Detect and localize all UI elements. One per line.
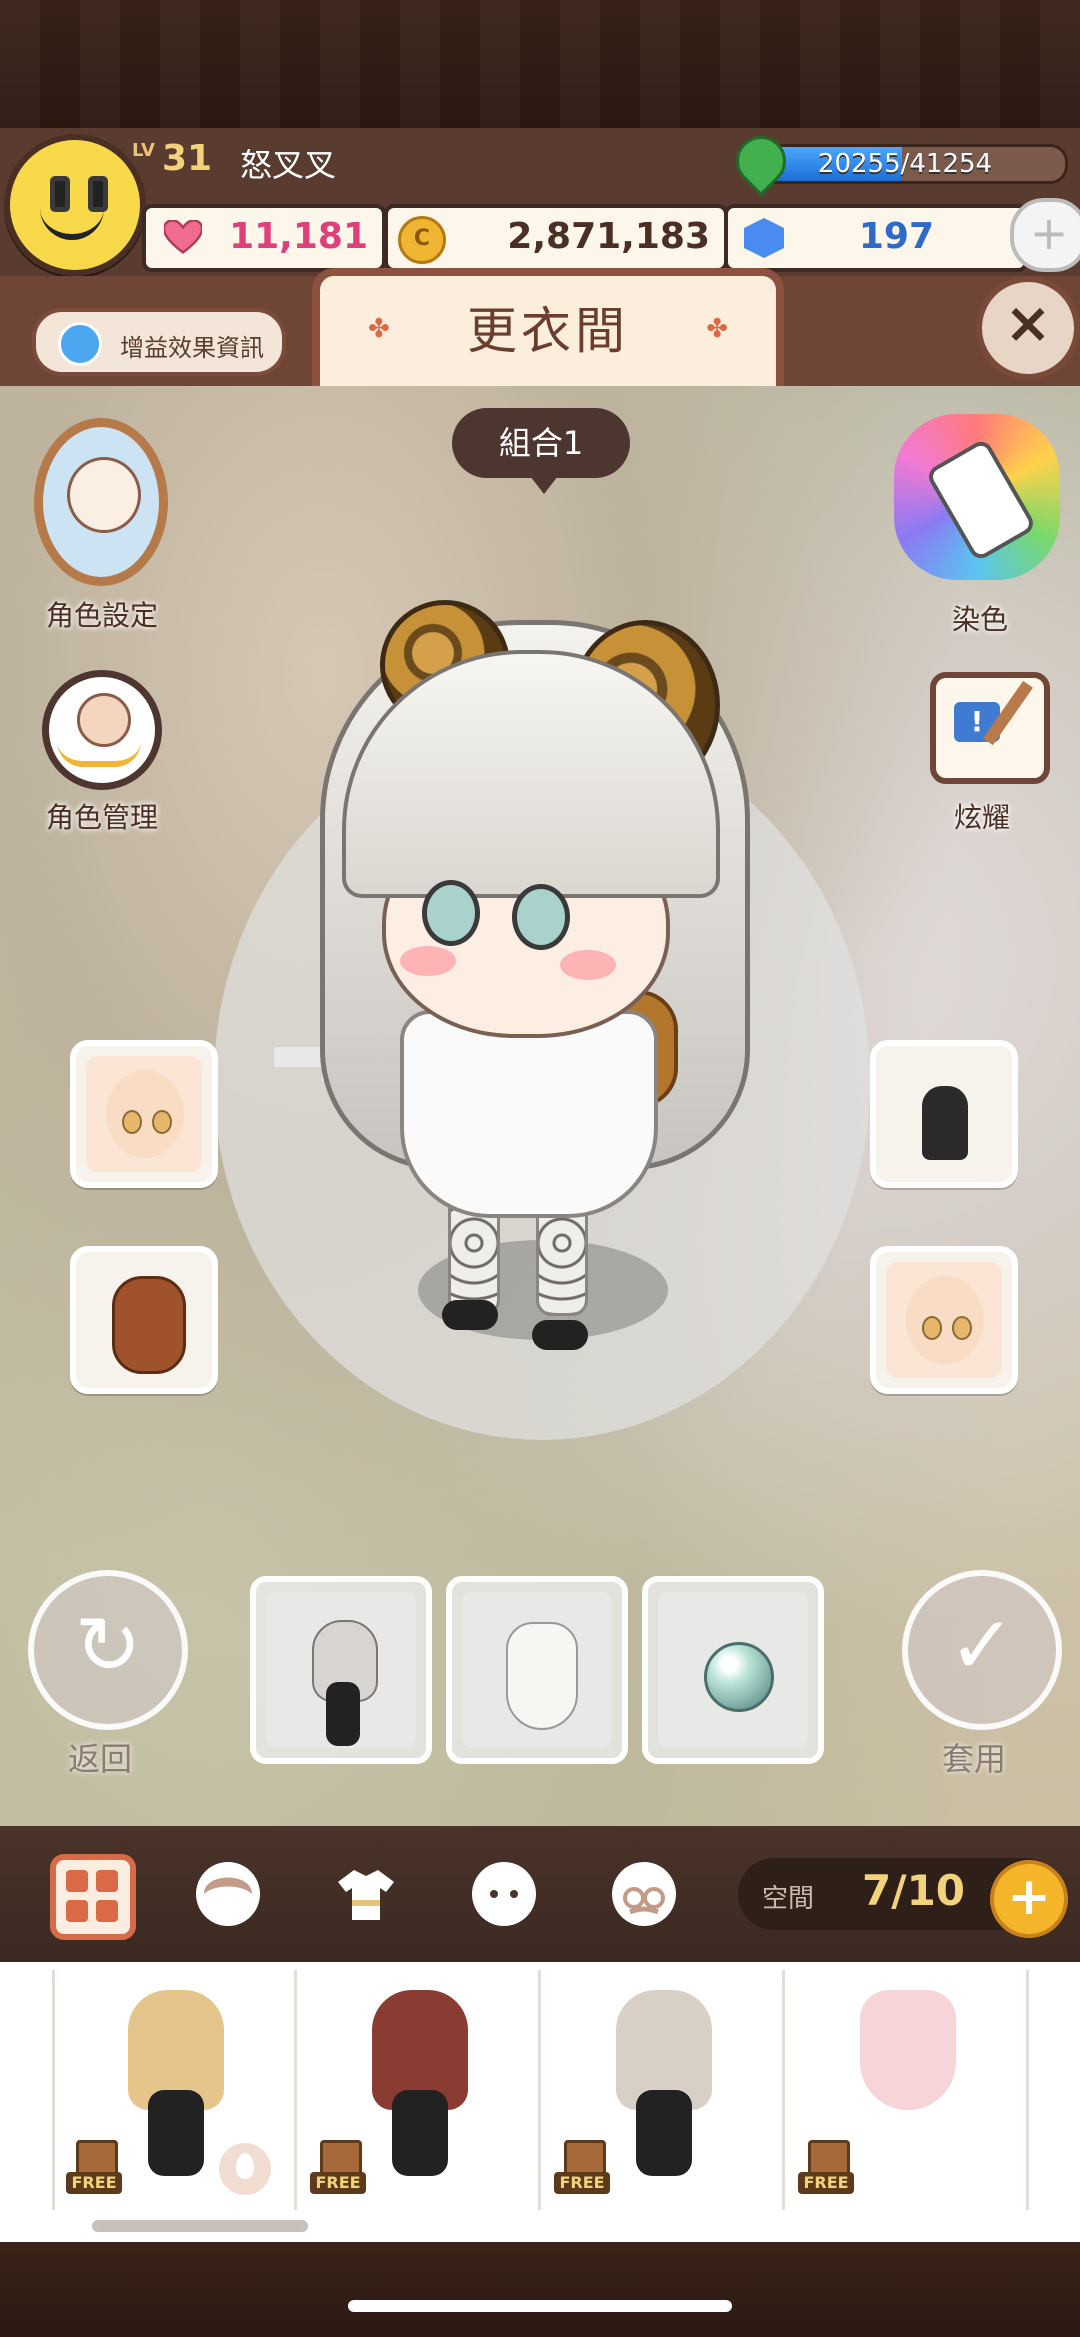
boost-info-label: 增益效果資訊 [120,334,264,362]
dye-icon[interactable] [894,414,1060,580]
list-item[interactable]: FREE [788,1970,1029,2210]
tab-clothes[interactable] [334,1862,398,1926]
character-manage-icon[interactable] [42,670,162,790]
boost-info-button[interactable]: 增益效果資訊 [32,308,286,376]
bear-accessory-slot[interactable] [70,1246,218,1394]
item-thumbnail [860,1990,956,2110]
player-name: 怒叉叉 [240,146,337,184]
tab-all[interactable] [50,1854,136,1940]
character-shoe [442,1300,498,1330]
show-off-icon[interactable]: ! [930,672,1050,784]
shirt-tab-icon [338,1870,394,1920]
back-button[interactable]: ↻ [28,1570,188,1730]
list-item[interactable]: FREE [300,1970,541,2210]
eye-preview[interactable] [642,1576,824,1764]
free-badge: FREE [66,2140,122,2200]
space-label: 空間 [762,1884,815,1914]
refresh-icon: ↻ [74,1599,142,1692]
player-avatar[interactable] [4,134,146,276]
face-slot-2[interactable] [870,1246,1018,1394]
item-card-partial[interactable] [0,1970,55,2210]
apply-button[interactable]: ✓ [902,1570,1062,1730]
list-item[interactable]: FREE [544,1970,785,2210]
hair-preview[interactable] [250,1576,432,1764]
gem-icon [744,218,784,258]
character-settings-label: 角色設定 [46,599,159,632]
top-ornament [0,0,1080,128]
item-scrollbar[interactable] [92,2220,308,2232]
tab-face[interactable] [472,1862,536,1926]
exp-text: 20255/41254 [817,149,993,179]
tab-hair[interactable] [196,1862,260,1926]
coin-counter[interactable]: C 2,871,183 [384,204,728,272]
character-dress [400,1010,658,1218]
add-gems-button[interactable]: + [1010,198,1080,272]
character-blush [400,946,456,976]
gem-counter[interactable]: 197 [724,204,1028,272]
character-settings-icon[interactable] [34,418,168,586]
check-icon: ✓ [948,1599,1016,1692]
face-slot[interactable] [70,1040,218,1188]
level-prefix: LV [132,140,155,161]
glasses-tab-icon [616,1866,672,1922]
space-value: 7/10 [862,1866,966,1915]
coin-value: 2,871,183 [507,216,710,257]
outfit-preview[interactable] [446,1576,628,1764]
back-label: 返回 [68,1740,133,1778]
apply-label: 套用 [942,1740,1007,1778]
add-space-button[interactable]: + [990,1860,1068,1938]
free-badge: FREE [554,2140,610,2200]
free-badge: FREE [310,2140,366,2200]
ornament-icon: ✤ [706,314,728,344]
home-indicator[interactable] [348,2300,732,2312]
show-off-label: 炫耀 [954,801,1011,834]
free-badge: FREE [798,2140,854,2200]
coin-icon: C [398,216,446,264]
gem-value: 197 [858,216,934,257]
tab-accessory[interactable] [612,1862,676,1926]
character-eye [512,884,570,950]
heart-value: 11,181 [229,216,368,257]
character-manage-label: 角色管理 [46,801,159,834]
combo-selector[interactable]: 組合1 [452,408,630,494]
hair-accessory-slot[interactable] [870,1040,1018,1188]
heart-counter[interactable]: 11,181 [142,204,386,272]
face-tab-icon [476,1866,532,1922]
bottom-ornament [0,2242,1080,2337]
hair-tab-icon [202,1870,254,1922]
character-eye [422,880,480,946]
close-button[interactable]: × [976,276,1080,380]
dyeable-icon [216,2140,274,2198]
level-number: 31 [162,138,213,179]
character-blush [560,950,616,980]
heart-icon [164,220,202,254]
dye-label: 染色 [952,603,1009,636]
boost-info-icon [58,322,102,366]
exp-bar: 20255/41254 [742,144,1068,184]
character-shoe [532,1320,588,1350]
list-item[interactable]: FREE [56,1970,297,2210]
